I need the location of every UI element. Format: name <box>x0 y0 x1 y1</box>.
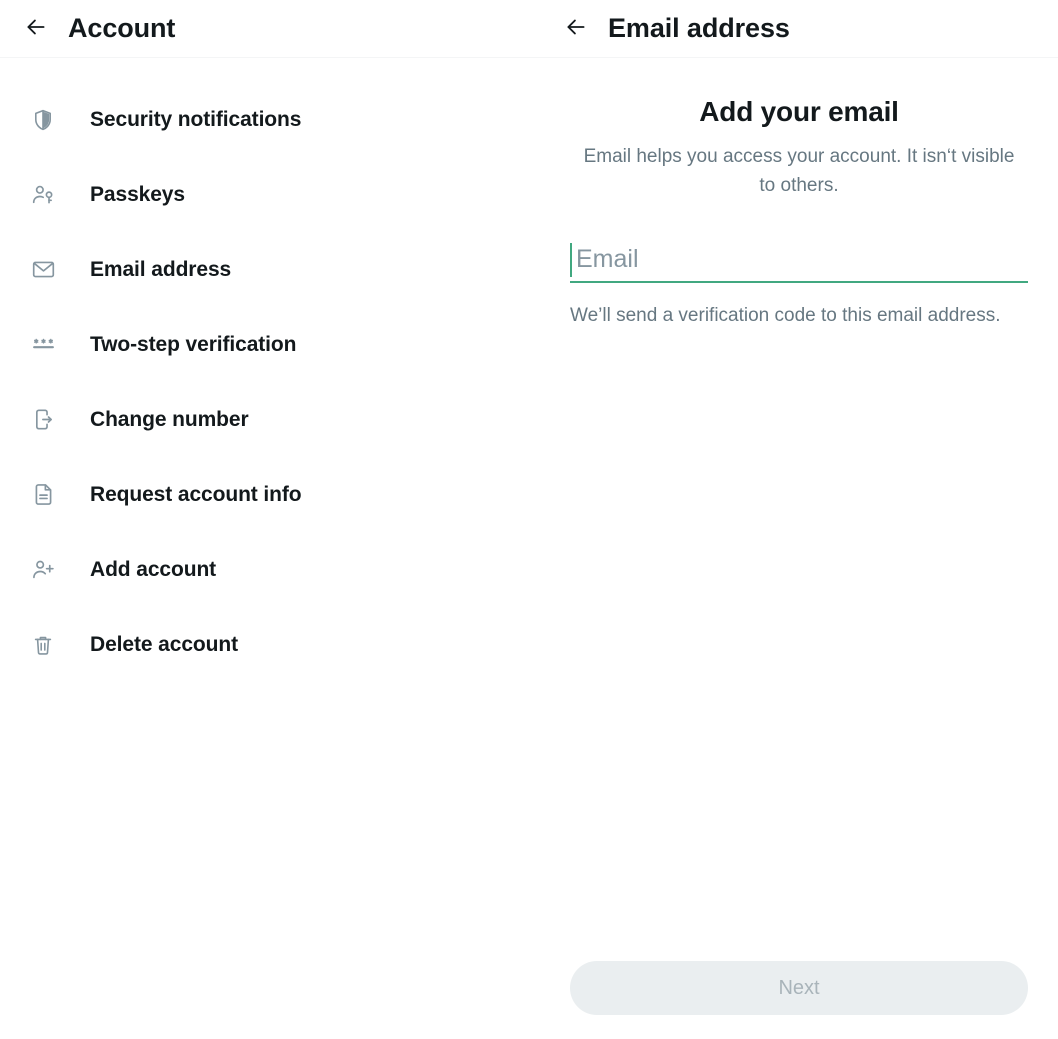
menu-item-change-number[interactable]: Change number <box>0 382 540 457</box>
menu-item-label: Security notifications <box>90 107 302 131</box>
menu-item-security-notifications[interactable]: Security notifications <box>0 82 540 157</box>
email-page-title: Email address <box>608 13 790 43</box>
envelope-icon <box>30 257 56 283</box>
menu-item-label: Email address <box>90 257 232 281</box>
account-panel-header: Account <box>0 0 540 58</box>
asterisks-icon <box>30 332 56 358</box>
email-panel-header: Email address <box>540 0 1058 58</box>
menu-item-label: Passkeys <box>90 182 185 206</box>
account-page-title: Account <box>68 13 176 43</box>
email-input[interactable] <box>570 238 1028 281</box>
menu-item-add-account[interactable]: Add account <box>0 532 540 607</box>
email-field-wrapper[interactable] <box>570 238 1028 283</box>
next-button[interactable]: Next <box>570 961 1028 1015</box>
email-form-body: Add your email Email helps you access yo… <box>540 58 1058 961</box>
menu-item-label: Request account info <box>90 482 302 506</box>
document-icon <box>30 482 56 508</box>
account-menu-list: Security notifications Passkeys Email ad… <box>0 58 540 682</box>
menu-item-request-account-info[interactable]: Request account info <box>0 457 540 532</box>
trash-icon <box>30 632 56 658</box>
menu-item-passkeys[interactable]: Passkeys <box>0 157 540 232</box>
phone-arrow-icon <box>30 407 56 433</box>
menu-item-label: Add account <box>90 557 217 581</box>
add-email-heading: Add your email <box>699 96 899 127</box>
add-email-subtitle: Email helps you access your account. It … <box>583 146 1015 197</box>
menu-item-label: Change number <box>90 407 249 431</box>
text-cursor <box>570 242 572 277</box>
account-settings-screen: Account Security notifications Passkeys … <box>0 0 1058 1039</box>
email-field-help-text: We’ll send a verification code to this e… <box>570 304 1001 326</box>
email-address-panel: Email address Add your email Email helps… <box>540 0 1058 1039</box>
passkey-icon <box>30 182 56 208</box>
menu-item-label: Delete account <box>90 632 238 656</box>
account-panel: Account Security notifications Passkeys … <box>0 0 540 1039</box>
menu-item-delete-account[interactable]: Delete account <box>0 607 540 682</box>
back-button-account[interactable] <box>16 9 56 49</box>
shield-icon <box>30 107 56 133</box>
back-button-email[interactable] <box>556 9 596 49</box>
menu-item-two-step-verification[interactable]: Two-step verification <box>0 307 540 382</box>
menu-item-label: Two-step verification <box>90 332 297 356</box>
email-form-footer: Next <box>540 961 1058 1039</box>
person-plus-icon <box>30 557 56 583</box>
menu-item-email-address[interactable]: Email address <box>0 232 540 307</box>
arrow-left-icon <box>23 14 49 43</box>
arrow-left-icon <box>563 14 589 43</box>
